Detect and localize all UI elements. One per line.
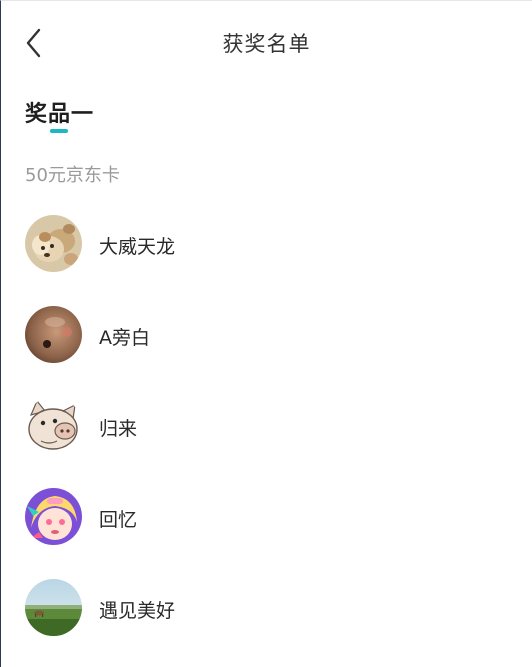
prize-title: 奖品一 (25, 102, 95, 127)
avatar[interactable] (25, 579, 82, 636)
page-title: 获奖名单 (222, 32, 311, 56)
winner-name: 回忆 (99, 509, 138, 531)
avatar[interactable] (25, 215, 82, 272)
prize-subtitle: 50元京东卡 (25, 165, 120, 186)
winners-list: 大威天龙 A旁白 归来 回忆 遇见美好 (1, 207, 532, 662)
winner-row[interactable]: 归来 (1, 389, 532, 480)
winners-page: 获奖名单 奖品一 50元京东卡 大威天龙 A旁白 归来 回忆 遇见美好 (0, 0, 532, 667)
winner-name: 大威天龙 (99, 236, 176, 258)
avatar[interactable] (25, 488, 82, 545)
anime-avatar-icon (25, 488, 82, 545)
winner-row[interactable]: A旁白 (1, 298, 532, 389)
top-nav-bar: 获奖名单 (1, 1, 532, 85)
winner-row[interactable]: 大威天龙 (1, 207, 532, 298)
avatar[interactable] (25, 397, 82, 454)
winner-name: A旁白 (99, 327, 150, 349)
winner-row[interactable]: 回忆 (1, 480, 532, 571)
photo-avatar-icon (25, 306, 82, 363)
prize-title-underline (50, 129, 68, 133)
winner-name: 遇见美好 (99, 600, 176, 622)
dog-avatar-icon (25, 215, 82, 272)
winner-row[interactable]: 遇见美好 (1, 571, 532, 662)
landscape-avatar-icon (25, 579, 82, 636)
winner-name: 归来 (99, 418, 138, 440)
avatar[interactable] (25, 306, 82, 363)
pig-avatar-icon (25, 397, 82, 454)
